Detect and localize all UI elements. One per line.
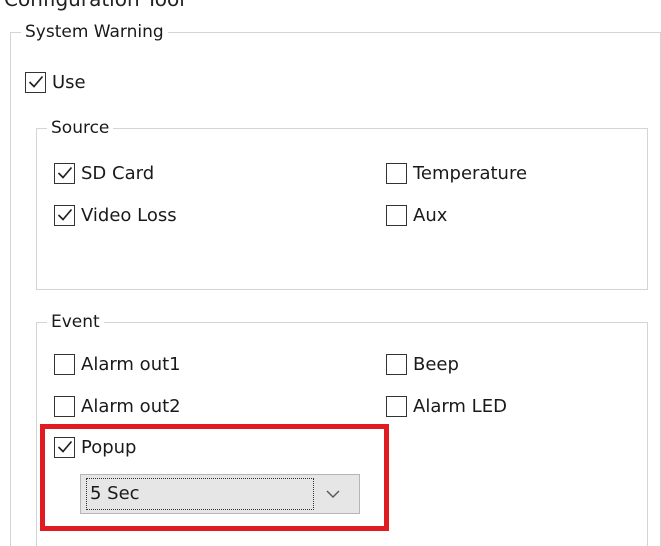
alarm-out2-checkbox[interactable]: Alarm out2 — [54, 394, 181, 418]
source-title: Source — [47, 117, 114, 139]
checkbox-box[interactable] — [25, 71, 46, 93]
use-label: Use — [52, 71, 86, 93]
alarm-led-label: Alarm LED — [413, 395, 507, 417]
checkbox-box[interactable] — [386, 204, 407, 226]
checkmark-icon — [57, 166, 72, 179]
event-title: Event — [47, 311, 104, 333]
checkbox-box[interactable] — [386, 395, 407, 417]
alarm-out1-label: Alarm out1 — [81, 353, 181, 375]
window-title: Configuration Tool — [4, 0, 185, 11]
checkbox-box[interactable] — [54, 353, 75, 375]
video-loss-checkbox[interactable]: Video Loss — [54, 203, 177, 227]
aux-label: Aux — [413, 204, 448, 226]
aux-checkbox[interactable]: Aux — [386, 203, 447, 227]
alarm-led-checkbox[interactable]: Alarm LED — [386, 394, 507, 418]
video-loss-label: Video Loss — [81, 204, 177, 226]
configuration-panel: Configuration Tool System Warning Use So… — [0, 0, 661, 546]
system-warning-title: System Warning — [21, 21, 168, 43]
highlight-box — [40, 424, 389, 531]
beep-checkbox[interactable]: Beep — [386, 352, 459, 376]
use-checkbox[interactable]: Use — [25, 70, 86, 94]
checkmark-icon — [57, 208, 72, 221]
checkmark-icon — [28, 75, 43, 88]
checkbox-box[interactable] — [54, 395, 75, 417]
sd-card-label: SD Card — [81, 162, 155, 184]
temperature-checkbox[interactable]: Temperature — [386, 161, 527, 185]
checkbox-box[interactable] — [54, 204, 75, 226]
alarm-out1-checkbox[interactable]: Alarm out1 — [54, 352, 181, 376]
alarm-out2-label: Alarm out2 — [81, 395, 181, 417]
beep-label: Beep — [413, 353, 459, 375]
sd-card-checkbox[interactable]: SD Card — [54, 161, 154, 185]
checkbox-box[interactable] — [386, 162, 407, 184]
temperature-label: Temperature — [413, 162, 528, 184]
checkbox-box[interactable] — [386, 353, 407, 375]
checkbox-box[interactable] — [54, 162, 75, 184]
